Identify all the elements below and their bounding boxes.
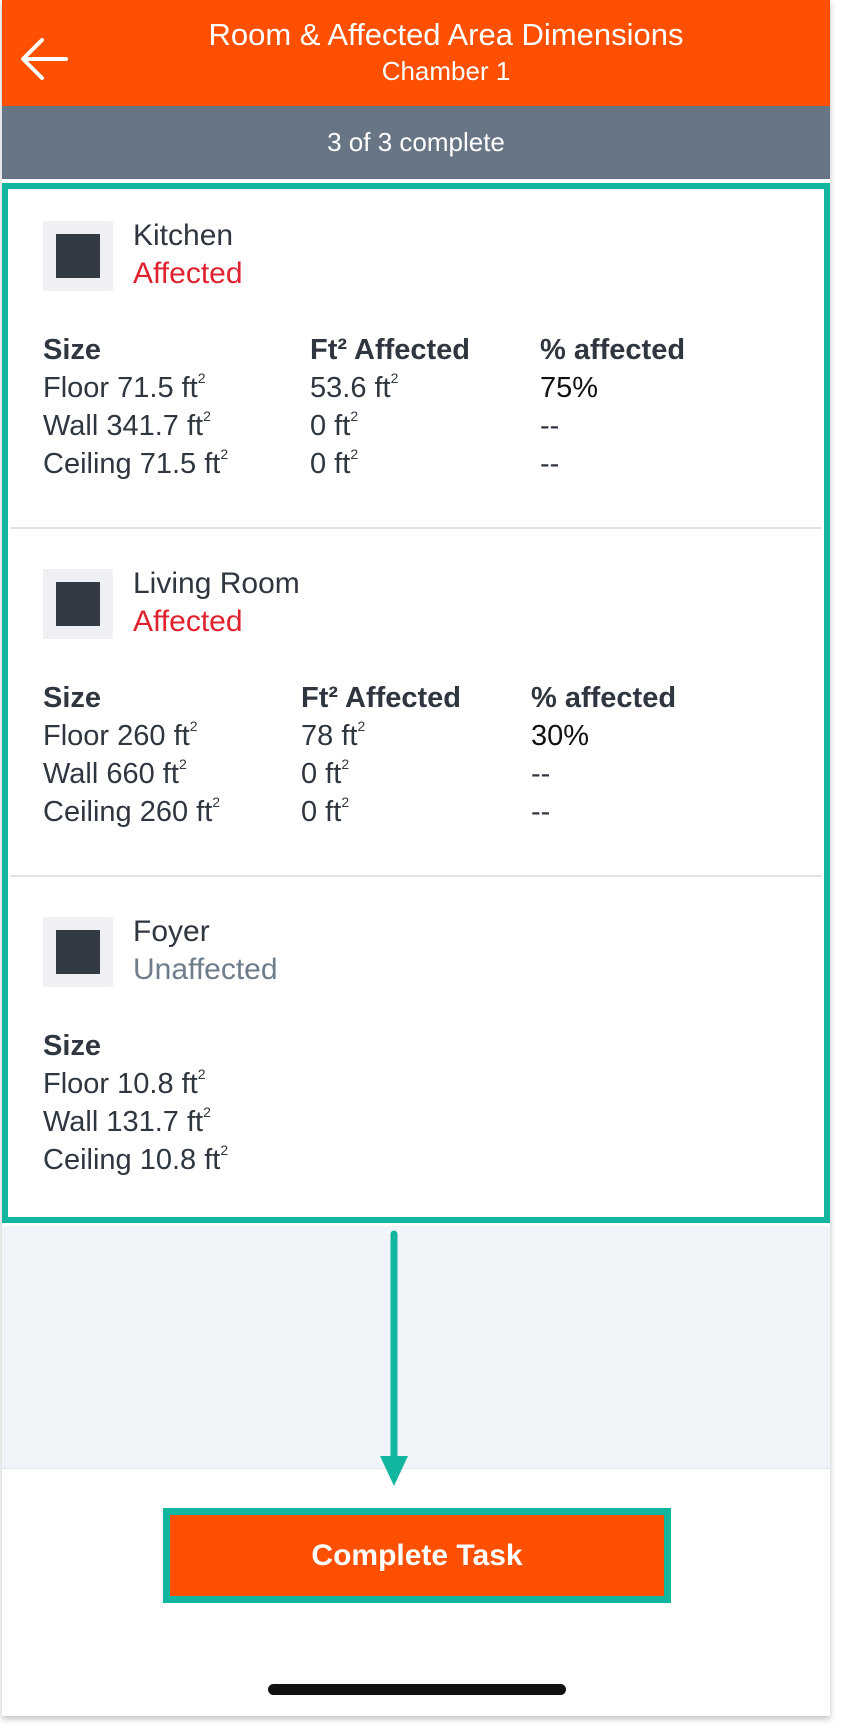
room-name: Kitchen: [133, 219, 234, 252]
percent-header: % affected: [531, 682, 677, 714]
size-floor: Floor 260 ft2: [43, 718, 198, 752]
size-floor: Floor 71.5 ft2: [43, 370, 206, 404]
affected-column: Ft² Affected 53.6 ft2 0 ft2 0 ft2: [310, 331, 470, 483]
checkbox-fill: [56, 582, 100, 626]
room-list: Kitchen Affected Size Floor 71.5 ft2 Wal…: [2, 181, 830, 1221]
affected-floor: 53.6 ft2: [310, 370, 399, 404]
arrow-left-icon: [21, 38, 68, 80]
room-item-kitchen[interactable]: Kitchen Affected Size Floor 71.5 ft2 Wal…: [10, 181, 822, 529]
home-indicator: [268, 1684, 566, 1695]
app-screen: Room & Affected Area Dimensions Chamber …: [2, 0, 830, 1716]
percent-column: % affected 30% -- --: [531, 679, 676, 831]
affected-column: Ft² Affected 78 ft2 0 ft2 0 ft2: [301, 679, 461, 831]
size-header: Size: [43, 334, 102, 366]
header-bar: Room & Affected Area Dimensions Chamber …: [2, 0, 830, 106]
affected-header: Ft² Affected: [310, 334, 471, 366]
size-column: Size Floor 260 ft2 Wall 660 ft2 Ceiling …: [43, 679, 220, 831]
affected-floor: 78 ft2: [301, 718, 366, 752]
empty-content-area: [2, 1226, 830, 1469]
room-name: Living Room: [133, 567, 300, 600]
size-column: Size Floor 10.8 ft2 Wall 131.7 ft2 Ceili…: [43, 1027, 228, 1179]
affected-wall: 0 ft2: [310, 408, 359, 442]
room-status: Affected: [133, 605, 243, 638]
room-status: Affected: [133, 257, 243, 290]
size-floor: Floor 10.8 ft2: [43, 1066, 206, 1100]
checkbox-fill: [56, 234, 100, 278]
room-name: Foyer: [133, 915, 210, 948]
size-wall: Wall 341.7 ft2: [43, 408, 211, 442]
size-wall: Wall 660 ft2: [43, 756, 187, 790]
room-item-living-room[interactable]: Living Room Affected Size Floor 260 ft2 …: [10, 529, 822, 877]
affected-ceiling: 0 ft2: [301, 794, 350, 828]
room-checkbox[interactable]: [43, 569, 113, 639]
size-wall: Wall 131.7 ft2: [43, 1104, 211, 1138]
affected-wall: 0 ft2: [301, 756, 350, 790]
percent-ceiling: --: [540, 448, 560, 480]
checkbox-fill: [56, 930, 100, 974]
back-button[interactable]: [18, 36, 70, 82]
size-ceiling: Ceiling 10.8 ft2: [43, 1142, 229, 1176]
size-column: Size Floor 71.5 ft2 Wall 341.7 ft2 Ceili…: [43, 331, 228, 483]
room-item-foyer[interactable]: Foyer Unaffected Size Floor 10.8 ft2 Wal…: [10, 877, 822, 1225]
room-status: Unaffected: [133, 953, 278, 986]
complete-task-button[interactable]: Complete Task: [163, 1508, 671, 1603]
percent-header: % affected: [540, 334, 686, 366]
size-header: Size: [43, 682, 102, 714]
affected-ceiling: 0 ft2: [310, 446, 359, 480]
size-header: Size: [43, 1030, 102, 1062]
size-ceiling: Ceiling 71.5 ft2: [43, 446, 229, 480]
affected-header: Ft² Affected: [301, 682, 462, 714]
page-subtitle: Chamber 1: [381, 56, 511, 86]
room-checkbox[interactable]: [43, 221, 113, 291]
percent-wall: --: [540, 410, 560, 442]
arrow-down-icon: [380, 1230, 408, 1486]
percent-floor: 30%: [531, 720, 590, 752]
page-title: Room & Affected Area Dimensions: [208, 17, 684, 52]
percent-column: % affected 75% -- --: [540, 331, 685, 483]
size-ceiling: Ceiling 260 ft2: [43, 794, 221, 828]
progress-status: 3 of 3 complete: [2, 106, 830, 179]
percent-ceiling: --: [531, 796, 551, 828]
room-checkbox[interactable]: [43, 917, 113, 987]
percent-wall: --: [531, 758, 551, 790]
percent-floor: 75%: [540, 372, 599, 404]
